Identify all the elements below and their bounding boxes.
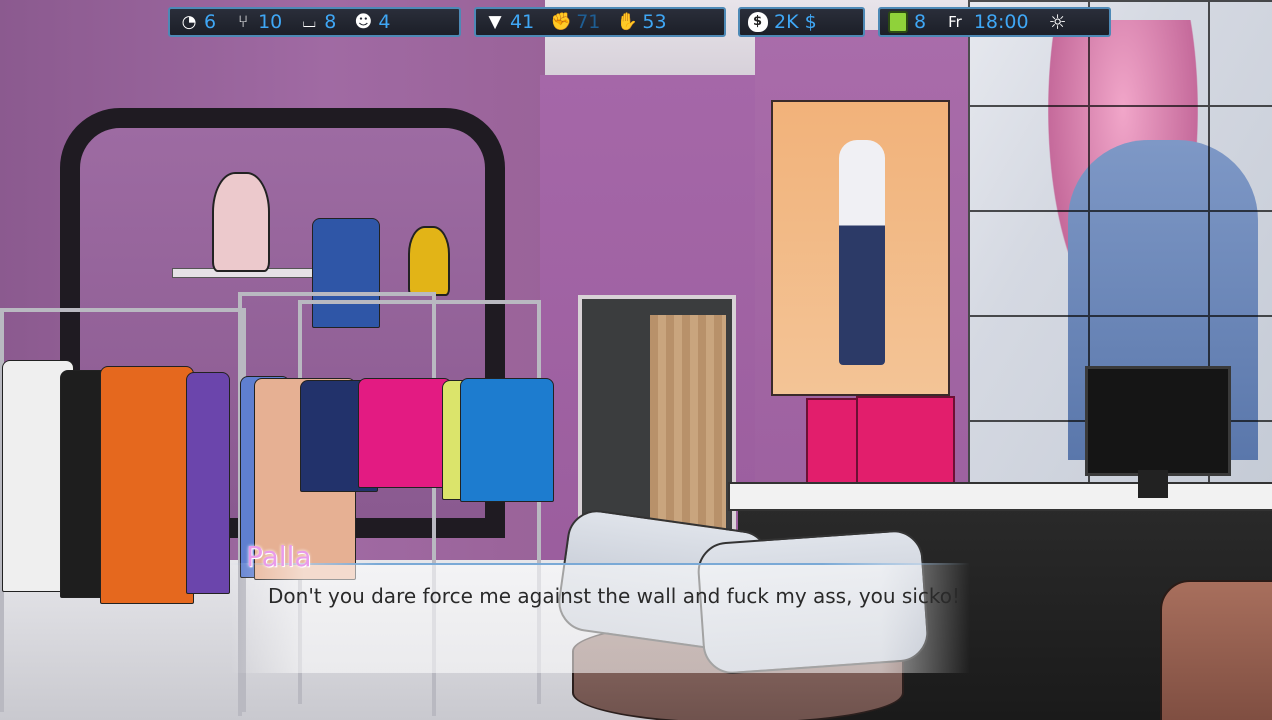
- food-value: 10: [258, 10, 283, 33]
- phone-icon[interactable]: [888, 11, 908, 33]
- dialogue-text[interactable]: Don't you dare force me against the wall…: [268, 584, 968, 609]
- education-cap-icon: ▼: [488, 11, 502, 32]
- fitness-value: 71: [576, 10, 601, 33]
- energy-gauge-icon: ◔: [181, 11, 197, 32]
- hygiene-bathtub-icon: ⌴: [302, 11, 317, 32]
- orange-dress: [100, 366, 194, 604]
- weekday: Fr: [948, 13, 962, 31]
- stat-mood[interactable]: ☻ 4: [352, 10, 391, 33]
- magenta-shirt: [358, 378, 452, 488]
- food-icon: ⑂: [237, 11, 249, 32]
- fitness-arm-icon: ✊: [550, 11, 572, 32]
- hud-skills-panel[interactable]: ▼ 41 ✊ 71 ✋ 53: [474, 7, 726, 37]
- hygiene-value: 8: [324, 10, 337, 33]
- stat-energy[interactable]: ◔ 6: [178, 10, 217, 33]
- money-value: 2K $: [774, 10, 817, 33]
- phone-notifications: 8: [914, 10, 927, 33]
- dialogue-box[interactable]: [230, 563, 970, 673]
- mannequin-pink-top: [212, 172, 270, 272]
- stat-charisma[interactable]: ✋ 53: [616, 10, 667, 33]
- stat-hygiene[interactable]: ⌴ 8: [298, 11, 336, 33]
- sun-icon: ☼: [1048, 10, 1067, 34]
- speaker-name: Palla: [246, 540, 312, 573]
- mask-mood-icon: ☻: [354, 11, 373, 32]
- blue-shirt: [460, 378, 554, 502]
- mannequin-yellow-top: [408, 226, 450, 296]
- stat-fitness[interactable]: ✊ 71: [550, 10, 601, 33]
- monitor-stand: [1138, 470, 1168, 498]
- armchair: [1160, 580, 1272, 720]
- energy-value: 6: [204, 10, 217, 33]
- charisma-value: 53: [642, 10, 667, 33]
- clock-time: 18:00: [973, 10, 1029, 33]
- stat-food[interactable]: ⑂ 10: [232, 11, 282, 33]
- hud-money-panel[interactable]: 2K $: [738, 7, 865, 37]
- education-value: 41: [510, 10, 535, 33]
- mood-value: 4: [378, 10, 391, 33]
- purple-dress: [186, 372, 230, 594]
- hud-needs-panel[interactable]: ◔ 6 ⑂ 10 ⌴ 8 ☻ 4: [168, 7, 461, 37]
- money-bag-icon: [748, 12, 768, 32]
- fashion-poster: [771, 100, 950, 396]
- poster-model: [839, 140, 885, 365]
- charisma-handshake-icon: ✋: [616, 11, 638, 32]
- dialogue-divider: [230, 563, 970, 565]
- fitting-room-curtain: [650, 315, 726, 535]
- monitor: [1085, 366, 1231, 476]
- stat-education[interactable]: ▼ 41: [484, 11, 534, 33]
- hud-time-panel[interactable]: 8 Fr 18:00 ☼: [878, 7, 1111, 37]
- shopping-bag-large: [856, 396, 955, 490]
- checkout-counter-top: [728, 482, 1272, 511]
